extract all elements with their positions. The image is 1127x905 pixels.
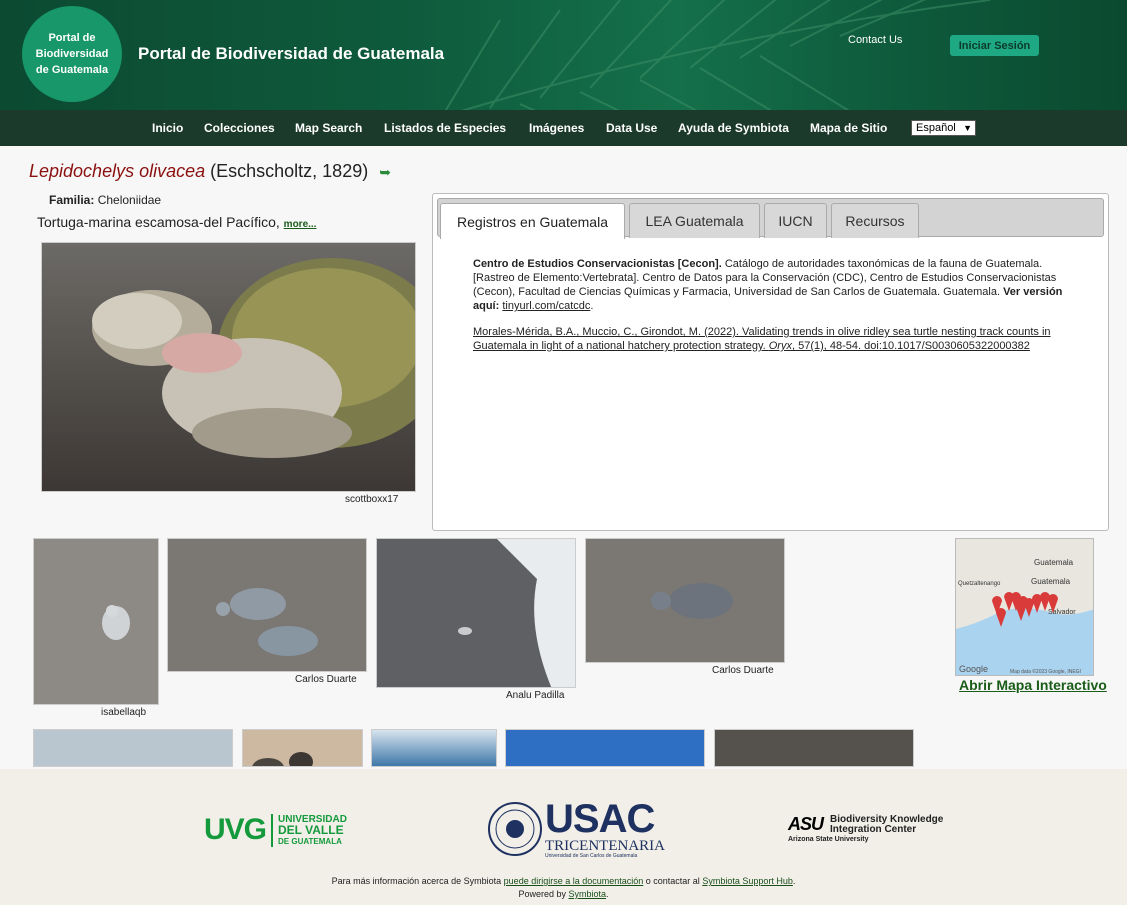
site-header: Portal de Biodiversidad de Guatemala Por…	[0, 0, 1127, 110]
species-author: (Eschscholtz, 1829)	[210, 161, 369, 181]
nav-item-listados[interactable]: Listados de Especies	[384, 121, 506, 135]
family-row: Familia: Cheloniidae	[49, 193, 161, 207]
powered-by-text: Powered by	[518, 889, 569, 899]
more-link[interactable]: more...	[284, 219, 317, 230]
gallery-image-1[interactable]	[33, 538, 159, 705]
contact-us-link[interactable]: Contact Us	[848, 34, 902, 46]
portal-logo[interactable]: Portal de Biodiversidad de Guatemala	[22, 6, 122, 102]
gallery-credit-2: Carlos Duarte	[295, 674, 357, 685]
support-hub-link[interactable]: Symbiota Support Hub	[702, 876, 793, 886]
language-select[interactable]: Español ▼	[911, 120, 976, 136]
main-species-image[interactable]	[41, 242, 416, 492]
tab-bar: Registros en Guatemala LEA Guatemala IUC…	[437, 198, 1104, 239]
site-title[interactable]: Portal de Biodiversidad de Guatemala	[138, 44, 444, 64]
scientific-name: Lepidochelys olivacea	[29, 161, 206, 181]
hatchling-photo-1	[34, 539, 158, 704]
ref1-link[interactable]: tinyurl.com/catcdc	[502, 300, 590, 312]
symbiota-link[interactable]: Symbiota	[568, 889, 606, 899]
tab-recursos[interactable]: Recursos	[831, 203, 919, 238]
nav-item-data-use[interactable]: Data Use	[606, 121, 657, 135]
footer-powered: Powered by Symbiota.	[0, 889, 1127, 899]
map-label-guatemala-top: Guatemala	[1034, 558, 1074, 567]
open-interactive-map-link[interactable]: Abrir Mapa Interactivo	[959, 677, 1107, 693]
footer-info: Para más información acerca de Symbiota …	[0, 876, 1127, 886]
asu-subtitle: Arizona State University	[788, 836, 869, 843]
asu-mark: ASU	[788, 814, 824, 834]
logo-line-1: Portal de	[48, 32, 96, 44]
map-label-quetzaltenango: Quetzaltenango	[958, 581, 1001, 587]
gallery-image-6[interactable]	[242, 729, 363, 767]
common-name: Tortuga-marina escamosa-del Pacífico,	[37, 214, 280, 230]
gallery-image-7[interactable]	[371, 729, 497, 767]
common-name-row: Tortuga-marina escamosa-del Pacífico, mo…	[37, 214, 316, 230]
gallery-image-9[interactable]	[714, 729, 914, 767]
site-footer: UVG UNIVERSIDAD DEL VALLE DE GUATEMALA U…	[0, 769, 1127, 905]
footer-info-end: .	[792, 876, 796, 886]
powered-by-end: .	[606, 889, 609, 899]
gallery-image-5[interactable]	[33, 729, 233, 767]
nav-item-mapa-sitio[interactable]: Mapa de Sitio	[810, 121, 887, 135]
distribution-map[interactable]: Guatemala Quetzaltenango Guatemala Salva…	[955, 538, 1094, 676]
uvg-line-3: DE GUATEMALA	[278, 836, 342, 846]
usac-mark: USAC	[545, 797, 655, 841]
uvg-mark: UVG	[204, 813, 267, 846]
map-image: Guatemala Quetzaltenango Guatemala Salva…	[956, 539, 1093, 675]
usac-subtitle: Universidad de San Carlos de Guatemala	[545, 853, 638, 859]
uvg-line-2: DEL VALLE	[278, 822, 344, 837]
family-value: Cheloniidae	[97, 193, 162, 207]
asu-line-2: Integration Center	[830, 824, 917, 835]
map-data-credit: Map data ©2023 Google, INEGI	[1010, 668, 1081, 675]
palm-leaf-decoration	[444, 0, 991, 110]
gallery-image-8[interactable]	[505, 729, 705, 767]
reference-1: Centro de Estudios Conservacionistas [Ce…	[473, 258, 1063, 312]
tab-iucn[interactable]: IUCN	[764, 203, 827, 238]
species-title: Lepidochelys olivacea (Eschscholtz, 1829…	[29, 161, 391, 182]
documentation-link[interactable]: puede dirigirse a la documentación	[504, 876, 644, 886]
login-button[interactable]: Iniciar Sesión	[950, 35, 1039, 56]
nav-item-imagenes[interactable]: Imágenes	[529, 121, 584, 135]
turtle-pair-photo	[243, 730, 362, 766]
gallery-image-4[interactable]	[585, 538, 785, 663]
nav-item-map-search[interactable]: Map Search	[295, 121, 362, 135]
nav-item-inicio[interactable]: Inicio	[152, 121, 183, 135]
footer-info-text: Para más información acerca de Symbiota	[331, 876, 504, 886]
gallery-image-3[interactable]	[376, 538, 576, 688]
chevron-down-icon: ▼	[963, 123, 972, 133]
nav-item-ayuda[interactable]: Ayuda de Symbiota	[678, 121, 789, 135]
gallery-image-2[interactable]	[167, 538, 367, 672]
map-label-guatemala: Guatemala	[1031, 577, 1071, 586]
gallery-credit-4: Carlos Duarte	[712, 665, 774, 676]
hatchling-photo-3	[586, 539, 784, 662]
ref2-journal: Oryx	[768, 340, 792, 352]
uvg-logo[interactable]: UVG UNIVERSIDAD DEL VALLE DE GUATEMALA	[204, 813, 347, 847]
family-label: Familia:	[49, 193, 95, 207]
tab-lea[interactable]: LEA Guatemala	[629, 203, 760, 238]
main-image-credit: scottboxx17	[345, 494, 399, 505]
language-value: Español	[916, 122, 956, 134]
nav-item-colecciones[interactable]: Colecciones	[204, 121, 275, 135]
gallery-credit-1: isabellaqb	[101, 707, 147, 718]
logo-line-2: Biodiversidad	[35, 48, 109, 60]
logo-line-3: de Guatemala	[35, 64, 109, 76]
ref1-author: Centro de Estudios Conservacionistas [Ce…	[473, 258, 722, 270]
ref2-doi: , 57(1), 48-54. doi:10.1017/S00306053220…	[791, 340, 1030, 352]
footer-info-mid: o contactar al	[643, 876, 703, 886]
google-logo: Google	[959, 664, 988, 674]
turtle-photo	[42, 243, 415, 491]
usac-seal-icon	[488, 802, 542, 856]
gallery-credit-3: Analu Padilla	[506, 690, 565, 701]
reference-2[interactable]: Morales-Mérida, B.A., Muccio, C., Girond…	[473, 325, 1083, 353]
tab-registros[interactable]: Registros en Guatemala	[440, 203, 625, 239]
hatchling-photo-2	[168, 539, 366, 671]
go-to-parent-icon[interactable]: ➥	[379, 164, 391, 180]
info-tabs-panel: Registros en Guatemala LEA Guatemala IUC…	[432, 193, 1109, 531]
main-nav: Inicio Colecciones Map Search Listados d…	[0, 110, 1127, 146]
beach-photo	[377, 539, 575, 687]
